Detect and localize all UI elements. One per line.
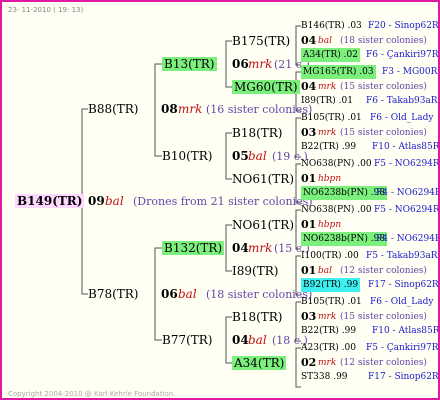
root-generation: 09 bbox=[88, 194, 105, 208]
g4-drone-ref: F6 - Takab93aR bbox=[366, 96, 438, 106]
g2-queen[interactable]: B10(TR) bbox=[162, 149, 213, 163]
g4-sire: bal bbox=[318, 36, 333, 46]
g4-drone-ref: F17 - Sinop62R bbox=[368, 280, 439, 290]
g4-note: (12 sister colonies) bbox=[340, 358, 427, 368]
g4-sire: mrk bbox=[318, 82, 337, 92]
g4-dam-ref: F20 - Sinop62R bbox=[368, 21, 439, 31]
g4-dam-ref: F6 - Old_Lady bbox=[370, 113, 434, 123]
g3-queen[interactable]: NO61(TR) bbox=[232, 172, 294, 186]
g4-note: (18 sister colonies) bbox=[340, 36, 427, 46]
g4-dam-ref: F6 - Old_Lady bbox=[370, 297, 434, 307]
g4-dam-ref: F5 - NO6294R bbox=[374, 159, 440, 169]
g3-queen[interactable]: NO61(TR) bbox=[232, 218, 294, 232]
g4-generation: 04 bbox=[301, 34, 317, 47]
g3-queen[interactable]: B18(TR) bbox=[232, 310, 283, 324]
g4-drone-dam[interactable]: A34(TR) .02 bbox=[301, 48, 360, 62]
g4-drone-ref: F4 - NO6294R bbox=[376, 188, 440, 198]
g3-queen[interactable]: B175(TR) bbox=[232, 34, 290, 48]
g4-generation: 01 bbox=[301, 264, 317, 277]
root-sire: bal bbox=[105, 194, 124, 208]
g2-queen[interactable]: B13(TR) bbox=[162, 57, 217, 71]
g4-drone-ref: F17 - Sinop62R bbox=[368, 372, 439, 382]
g4-drone-ref: F10 - Atlas85R bbox=[372, 142, 440, 152]
g3-queen[interactable]: A34(TR) bbox=[232, 356, 287, 370]
g4-dam-ref: F3 - MG00R bbox=[382, 67, 438, 77]
g4-drone-dam[interactable]: NO6238b(PN) .98 bbox=[301, 232, 388, 246]
g4-sire: mrk bbox=[318, 128, 337, 138]
g4-drone-dam[interactable]: B92(TR) .99 bbox=[301, 278, 361, 292]
g4-drone-ref: F4 - NO6294R bbox=[376, 234, 440, 244]
g4-generation: 03 bbox=[301, 310, 317, 323]
g1-top-sire: mrk bbox=[178, 102, 203, 116]
g1-bot-queen[interactable]: B78(TR) bbox=[88, 287, 139, 301]
g4-generation: 01 bbox=[301, 172, 317, 185]
copyright-footer: Copyright 2004-2010 @ Karl Kehrle Founda… bbox=[8, 390, 176, 398]
g4-generation: 04 bbox=[301, 80, 317, 93]
g2-generation: 04 bbox=[232, 241, 249, 255]
g4-dam-ref: F5 - Takab93aR bbox=[366, 251, 438, 261]
g1-bot-note: (18 sister colonies) bbox=[206, 288, 313, 301]
g4-dam[interactable]: I100(TR) .00 bbox=[301, 249, 359, 263]
g4-dam[interactable]: NO638(PN) .00 bbox=[301, 157, 372, 171]
g2-queen[interactable]: B77(TR) bbox=[162, 333, 213, 347]
root-note: (Drones from 21 sister colonies) bbox=[133, 195, 313, 208]
g1-top-queen[interactable]: B88(TR) bbox=[88, 102, 139, 116]
g4-dam[interactable]: NO638(PN) .00 bbox=[301, 203, 372, 217]
g2-generation: 06 bbox=[232, 57, 249, 71]
g1-top-note: (16 sister colonies) bbox=[206, 103, 313, 116]
g4-drone-dam[interactable]: B22(TR) .99 bbox=[301, 324, 356, 338]
g4-sire: hbpn bbox=[318, 220, 342, 230]
g1-bot-sire: bal bbox=[178, 287, 197, 301]
g4-dam[interactable]: B105(TR) .01 bbox=[301, 295, 362, 309]
g4-drone-dam[interactable]: B22(TR) .99 bbox=[301, 140, 356, 154]
g2-sire: mrk bbox=[248, 241, 273, 255]
g4-note: (15 sister colonies) bbox=[340, 312, 427, 322]
g4-dam[interactable]: B146(TR) .03 bbox=[301, 19, 362, 33]
g4-drone-ref: F6 - Çankiri97R bbox=[366, 50, 439, 60]
g4-note: (15 sister colonies) bbox=[340, 128, 427, 138]
g4-drone-dam[interactable]: I89(TR) .01 bbox=[301, 94, 353, 108]
g4-drone-dam[interactable]: ST338 .99 bbox=[301, 370, 348, 384]
g4-note: (12 sister colonies) bbox=[340, 266, 427, 276]
g4-drone-dam[interactable]: NO6238b(PN) .98 bbox=[301, 186, 388, 200]
root-queen[interactable]: B149(TR) bbox=[15, 194, 85, 208]
g2-generation: 04 bbox=[232, 333, 249, 347]
g4-generation: 01 bbox=[301, 218, 317, 231]
g3-queen[interactable]: B18(TR) bbox=[232, 126, 283, 140]
g3-queen[interactable]: I89(TR) bbox=[232, 264, 278, 278]
g4-sire: mrk bbox=[318, 312, 337, 322]
g4-generation: 03 bbox=[301, 126, 317, 139]
g4-sire: mrk bbox=[318, 358, 337, 368]
g4-drone-ref: F10 - Atlas85R bbox=[372, 326, 440, 336]
g4-sire: hbpn bbox=[318, 174, 342, 184]
pedigree-frame: 23- 11-2010 ( 19: 13) B149(TR) 09 bal (D… bbox=[0, 0, 440, 400]
g4-dam[interactable]: MG165(TR) .03 bbox=[301, 65, 376, 79]
g2-sire: bal bbox=[248, 149, 267, 163]
g4-dam-ref: F5 - Çankiri97R bbox=[366, 343, 439, 353]
g4-sire: bal bbox=[318, 266, 333, 276]
g4-dam[interactable]: A23(TR) .00 bbox=[301, 341, 356, 355]
g4-dam-ref: F5 - NO6294R bbox=[374, 205, 440, 215]
g3-queen[interactable]: MG60(TR) bbox=[232, 80, 300, 94]
g1-top-generation: 08 bbox=[161, 102, 178, 116]
g2-queen[interactable]: B132(TR) bbox=[162, 241, 225, 255]
g2-sire: mrk bbox=[248, 57, 273, 71]
g4-generation: 02 bbox=[301, 356, 317, 369]
g1-bot-generation: 06 bbox=[161, 287, 178, 301]
g2-sire: bal bbox=[248, 333, 267, 347]
g2-generation: 05 bbox=[232, 149, 249, 163]
g4-dam[interactable]: B105(TR) .01 bbox=[301, 111, 362, 125]
g4-note: (15 sister colonies) bbox=[340, 82, 427, 92]
